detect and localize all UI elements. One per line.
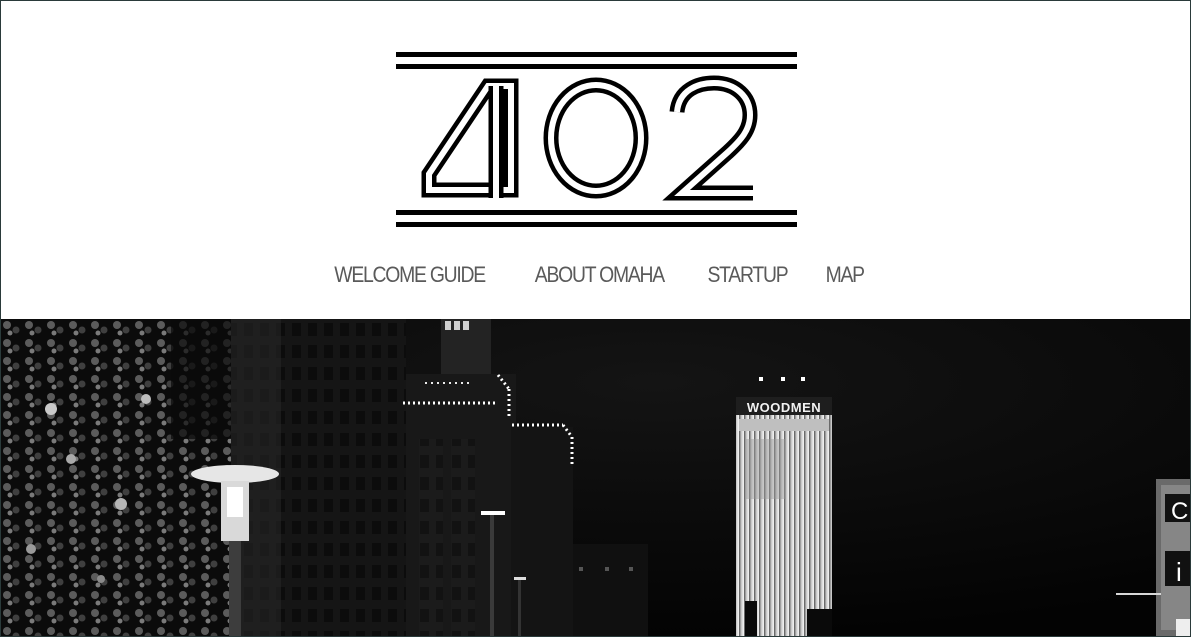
building-sign: WOODMEN	[747, 400, 821, 415]
main-nav: WELCOME GUIDE ABOUT OMAHA STARTUP MAP	[1, 259, 1190, 291]
nav-map[interactable]: MAP	[826, 262, 866, 288]
site-header: 402	[1, 1, 1190, 319]
nav-startup[interactable]: STARTUP	[708, 262, 789, 288]
hero-image: WOODMEN C i	[1, 319, 1190, 636]
site-logo[interactable]: 402	[396, 50, 798, 230]
nav-about-omaha[interactable]: ABOUT OMAHA	[534, 262, 664, 288]
nav-welcome-guide[interactable]: WELCOME GUIDE	[335, 262, 487, 288]
svg-text:C: C	[1171, 498, 1188, 525]
page-frame: 402	[0, 0, 1191, 637]
svg-text:i: i	[1176, 557, 1182, 587]
city-night-photo: WOODMEN C i	[1, 319, 1190, 636]
